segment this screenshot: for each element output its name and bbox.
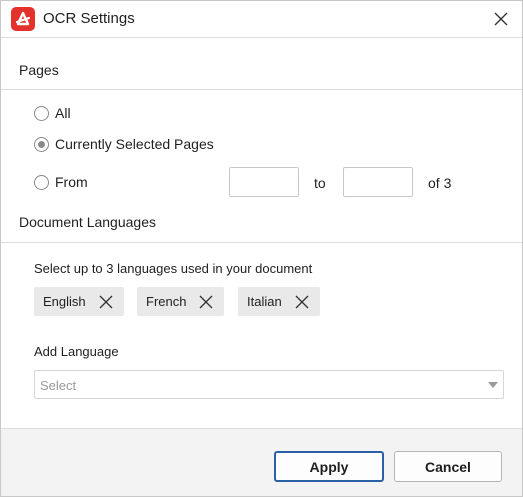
title-bar: OCR Settings — [1, 1, 522, 38]
close-icon — [494, 12, 508, 26]
close-icon — [200, 295, 213, 308]
remove-french-button[interactable] — [198, 294, 214, 310]
language-chip-italian: Italian — [238, 287, 320, 316]
pages-divider — [1, 89, 522, 90]
to-label: to — [314, 175, 326, 191]
language-chip-label: French — [146, 294, 187, 309]
languages-divider — [1, 242, 522, 243]
radio-currently-selected-circle[interactable] — [34, 136, 49, 152]
remove-english-button[interactable] — [98, 294, 114, 310]
remove-italian-button[interactable] — [294, 294, 310, 310]
to-page-input[interactable] — [343, 167, 413, 197]
pages-heading: Pages — [19, 62, 59, 78]
dialog-title: OCR Settings — [43, 10, 135, 27]
close-icon — [99, 295, 113, 308]
languages-heading: Document Languages — [19, 214, 156, 230]
from-page-input[interactable] — [229, 167, 299, 197]
caret-down-icon — [488, 382, 498, 388]
language-chip-french: French — [137, 287, 225, 316]
radio-from[interactable]: From — [34, 172, 88, 192]
ocr-settings-dialog: OCR Settings Pages All Currently Selecte… — [0, 0, 523, 497]
radio-from-label: From — [55, 174, 88, 190]
radio-all[interactable]: All — [34, 103, 71, 123]
cancel-button[interactable]: Cancel — [394, 451, 502, 482]
radio-currently-selected-label: Currently Selected Pages — [55, 136, 214, 152]
radio-from-circle[interactable] — [34, 174, 49, 190]
close-icon — [295, 295, 309, 308]
languages-helper-text: Select up to 3 languages used in your do… — [34, 261, 313, 276]
language-select[interactable]: Select — [34, 370, 504, 399]
language-chip-label: English — [43, 294, 86, 309]
language-select-placeholder: Select — [40, 378, 77, 393]
page-count-label: of 3 — [428, 175, 452, 191]
radio-currently-selected[interactable]: Currently Selected Pages — [34, 134, 214, 154]
language-chip-label: Italian — [247, 294, 282, 309]
add-language-label: Add Language — [34, 344, 119, 359]
language-chip-english: English — [34, 287, 124, 316]
radio-all-circle[interactable] — [34, 105, 49, 121]
dialog-footer: Apply Cancel — [1, 428, 522, 496]
apply-button[interactable]: Apply — [274, 451, 384, 482]
app-logo-icon — [11, 7, 35, 31]
close-button[interactable] — [490, 8, 512, 30]
radio-all-label: All — [55, 105, 71, 121]
